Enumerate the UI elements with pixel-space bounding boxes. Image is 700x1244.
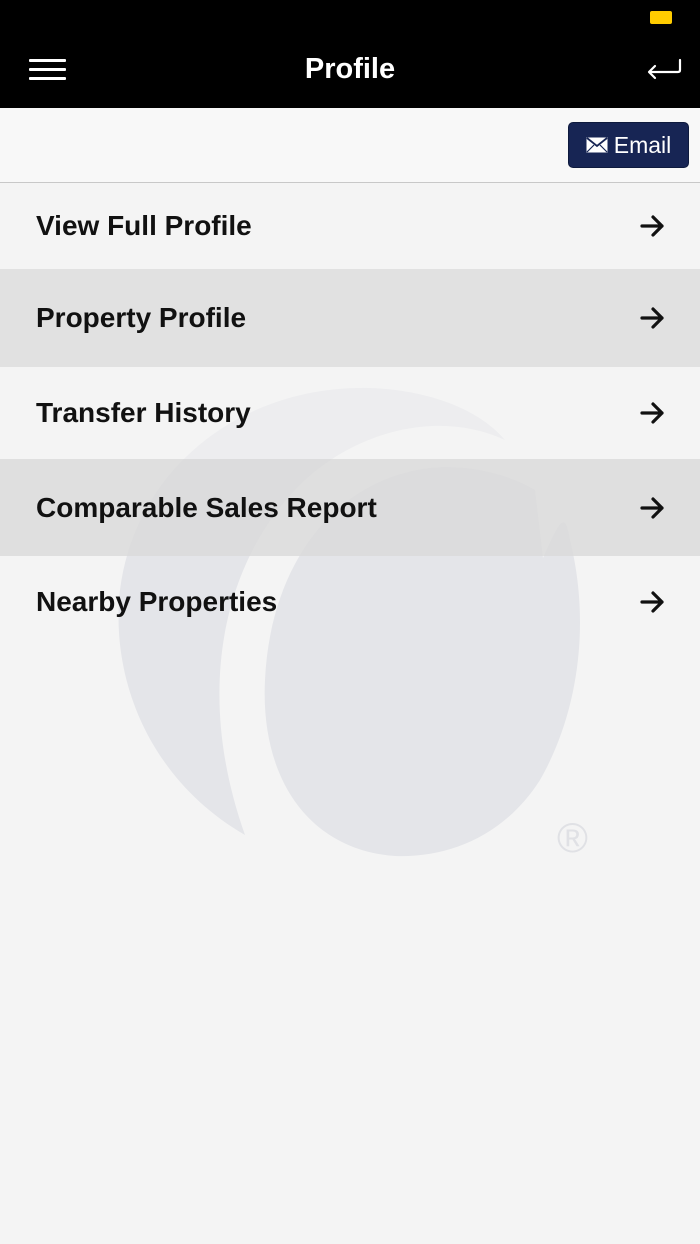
menu-item-comparable-sales-report[interactable]: Comparable Sales Report xyxy=(0,459,700,556)
menu-item-nearby-properties[interactable]: Nearby Properties xyxy=(0,556,700,648)
menu-item-label: Comparable Sales Report xyxy=(36,491,377,523)
arrow-right-icon xyxy=(640,591,664,613)
email-button-label: Email xyxy=(613,131,672,158)
menu-item-view-full-profile[interactable]: View Full Profile xyxy=(0,183,700,269)
menu-item-label: Transfer History xyxy=(36,397,251,428)
return-arrow-icon[interactable] xyxy=(644,56,684,84)
menu-item-transfer-history[interactable]: Transfer History xyxy=(0,367,700,459)
menu-item-label: Property Profile xyxy=(36,302,247,333)
arrow-right-icon xyxy=(640,215,664,237)
arrow-right-icon xyxy=(640,496,664,519)
email-button[interactable]: Email xyxy=(568,122,689,168)
registered-mark: ® xyxy=(557,814,588,861)
menu-item-label: Nearby Properties xyxy=(36,586,278,617)
arrow-right-icon xyxy=(640,307,664,329)
page-title: Profile xyxy=(304,53,396,85)
status-bar xyxy=(0,0,700,34)
arrow-right-icon xyxy=(640,402,664,424)
envelope-icon xyxy=(586,137,608,153)
profile-menu-list: View Full Profile Property Profile Trans… xyxy=(0,183,700,648)
navigation-bar: Profile xyxy=(0,34,700,108)
battery-icon xyxy=(650,11,672,24)
menu-item-property-profile[interactable]: Property Profile xyxy=(0,269,700,367)
toolbar: Email xyxy=(0,108,700,183)
menu-item-label: View Full Profile xyxy=(36,210,252,241)
